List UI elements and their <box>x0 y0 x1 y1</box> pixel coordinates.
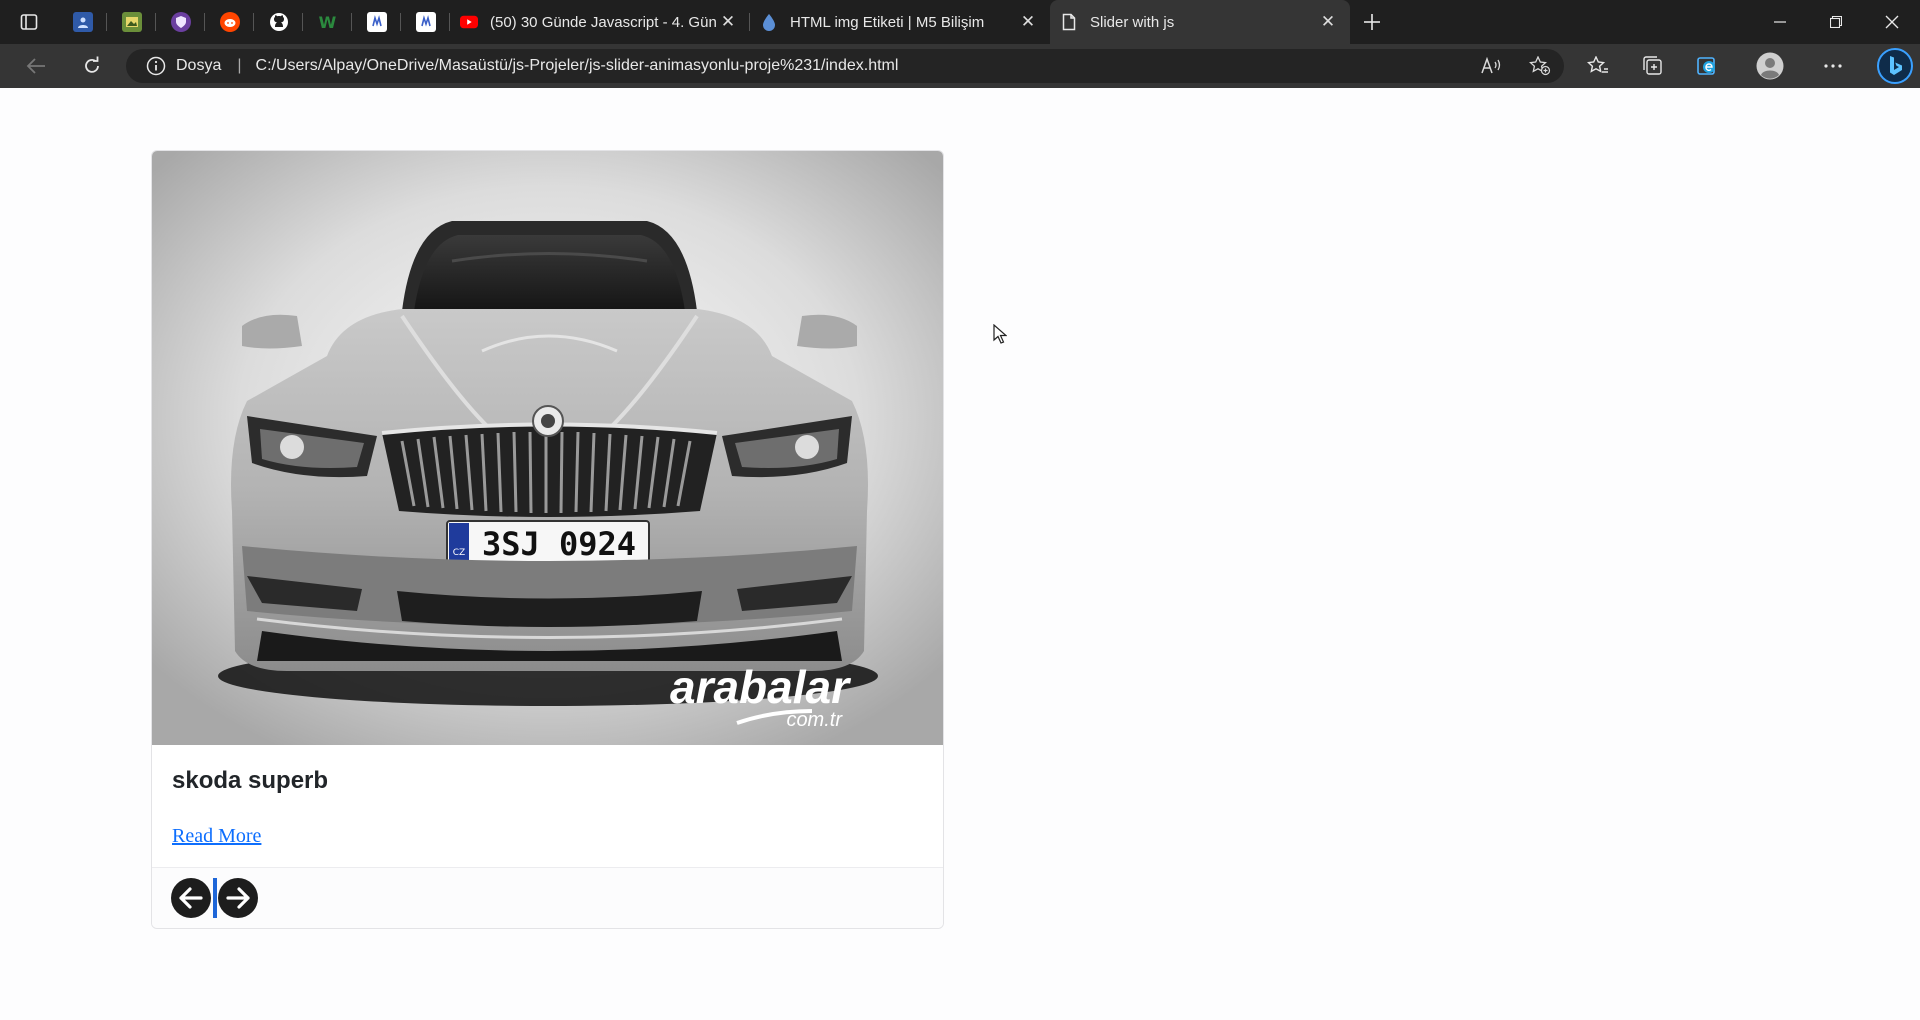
plate-country: CZ <box>453 548 465 558</box>
more-dots-icon <box>1823 64 1842 68</box>
reddit-icon <box>219 12 240 32</box>
close-icon[interactable]: ✕ <box>718 12 738 32</box>
arrow-back-icon <box>26 58 45 74</box>
bing-copilot-button[interactable] <box>1860 44 1920 88</box>
card-body: skoda superb Read More <box>152 745 943 867</box>
close-window-button[interactable] <box>1864 0 1920 44</box>
favorites-button[interactable] <box>1570 44 1625 88</box>
document-icon-b <box>415 12 436 32</box>
pinned-tab-5[interactable] <box>254 0 303 44</box>
favorites-icon <box>1586 56 1608 73</box>
collections-icon <box>1642 56 1662 75</box>
pinned-tabs: W <box>58 0 450 44</box>
back-button[interactable] <box>8 44 64 88</box>
slider-card: CZ 3SJ 0924 arabalar com.tr skoda superb… <box>151 150 944 929</box>
slider-controls <box>152 867 943 928</box>
restore-icon <box>1830 16 1842 28</box>
close-icon[interactable]: ✕ <box>1318 12 1338 32</box>
profile-button[interactable] <box>1735 44 1805 88</box>
pinned-tab-2[interactable] <box>107 0 156 44</box>
more-options-button[interactable] <box>1805 44 1860 88</box>
restore-button[interactable] <box>1808 0 1864 44</box>
water-drop-icon <box>760 13 778 31</box>
document-icon-a <box>366 12 387 32</box>
tab-slider-with-js[interactable]: Slider with js ✕ <box>1050 0 1350 44</box>
address-divider: | <box>237 57 242 74</box>
add-favorite-icon[interactable] <box>1516 56 1564 76</box>
avatar-icon <box>1756 52 1784 80</box>
text-caret <box>213 878 217 918</box>
mouse-cursor-icon <box>993 324 1007 344</box>
watermark-main: arabalar <box>670 661 851 713</box>
edge-extension-button[interactable] <box>1680 44 1735 88</box>
address-actions <box>1468 49 1564 83</box>
w-logo-icon: W <box>318 12 337 32</box>
youtube-icon <box>460 13 478 31</box>
page-content: CZ 3SJ 0924 arabalar com.tr skoda superb… <box>0 88 1920 1020</box>
card-title: skoda superb <box>172 767 329 794</box>
address-bar[interactable]: Dosya | C:/Users/Alpay/OneDrive/Masaüstü… <box>126 49 1564 83</box>
tab-actions-icon <box>20 14 38 30</box>
edge-extension-icon <box>1696 57 1715 75</box>
close-icon[interactable]: ✕ <box>1018 12 1038 32</box>
tab-title: (50) 30 Günde Javascript - 4. Gün <box>490 13 717 31</box>
tab-title: HTML img Etiketi | M5 Bilişim <box>790 13 985 31</box>
tab-youtube[interactable]: (50) 30 Günde Javascript - 4. Gün ✕ <box>450 0 750 44</box>
prev-button[interactable] <box>171 878 211 918</box>
arrow-right-icon <box>226 887 250 909</box>
tab-strip: W (50) 30 Günde Javascript - 4. Gün ✕ HT… <box>0 0 1920 44</box>
minimize-icon <box>1774 21 1786 23</box>
next-button[interactable] <box>218 878 258 918</box>
info-icon[interactable] <box>146 56 166 76</box>
tab-title: Slider with js <box>1090 13 1175 31</box>
pinned-tab-7[interactable] <box>352 0 401 44</box>
tab-actions-button[interactable] <box>0 0 58 44</box>
collections-button[interactable] <box>1625 44 1680 88</box>
refresh-icon <box>85 56 99 73</box>
profile-card-icon <box>72 12 93 32</box>
pinned-tab-4[interactable] <box>205 0 254 44</box>
pinned-tab-1[interactable] <box>58 0 107 44</box>
shield-extension-icon <box>170 12 191 32</box>
bing-icon <box>1877 48 1913 84</box>
read-aloud-icon[interactable] <box>1468 57 1516 75</box>
tab-m5-bilisim[interactable]: HTML img Etiketi | M5 Bilişim ✕ <box>750 0 1050 44</box>
browser-tools <box>1570 44 1920 88</box>
car-image: CZ 3SJ 0924 arabalar com.tr <box>152 151 943 745</box>
read-more-link[interactable]: Read More <box>172 825 261 848</box>
plate-number: 3SJ 0924 <box>482 525 636 563</box>
page-icon <box>1060 13 1078 31</box>
image-gallery-icon <box>121 12 142 32</box>
plus-icon <box>1364 14 1380 30</box>
pinned-tab-8[interactable] <box>401 0 450 44</box>
new-tab-button[interactable] <box>1350 0 1394 44</box>
site-label: Dosya <box>176 57 222 74</box>
url-text[interactable]: C:/Users/Alpay/OneDrive/Masaüstü/js-Proj… <box>256 57 899 75</box>
github-icon <box>269 12 289 32</box>
pinned-tab-6[interactable]: W <box>303 0 352 44</box>
minimize-button[interactable] <box>1752 0 1808 44</box>
browser-toolbar: Dosya | C:/Users/Alpay/OneDrive/Masaüstü… <box>0 44 1920 88</box>
close-icon <box>1885 15 1899 29</box>
pinned-tab-3[interactable] <box>156 0 205 44</box>
arrow-left-icon <box>179 887 203 909</box>
refresh-button[interactable] <box>64 44 120 88</box>
